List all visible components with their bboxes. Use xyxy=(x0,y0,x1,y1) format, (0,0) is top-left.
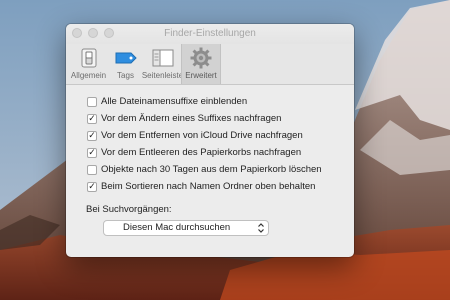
tab-erweitert[interactable]: Erweitert xyxy=(181,44,221,84)
preferences-toolbar: Allgemein Tags Seitenleiste Erweitert xyxy=(66,44,354,85)
option-label: Vor dem Entfernen von iCloud Drive nachf… xyxy=(101,130,303,141)
checkbox-folders-on-top[interactable]: ✓ xyxy=(87,181,97,192)
option-label: Vor dem Ändern eines Suffixes nachfragen xyxy=(101,113,282,124)
checkbox-show-extensions[interactable] xyxy=(87,96,97,107)
tab-tags-label: Tags xyxy=(117,71,134,80)
option-row[interactable]: ✓ Vor dem Entleeren des Papierkorbs nach… xyxy=(87,144,354,161)
checkbox-warn-extension-change[interactable]: ✓ xyxy=(87,113,97,124)
chevron-updown-icon xyxy=(258,223,264,233)
title-bar[interactable]: Finder-Einstellungen xyxy=(66,24,354,44)
tab-allgemein-label: Allgemein xyxy=(70,71,107,80)
checkbox-remove-trash-30-days[interactable] xyxy=(87,164,97,175)
search-scope-value: Diesen Mac durchsuchen xyxy=(123,222,231,233)
tab-tags[interactable]: Tags xyxy=(107,44,144,84)
finder-settings-window: Finder-Einstellungen Allgemein Tags Seit… xyxy=(66,24,354,257)
option-row[interactable]: Alle Dateinamensuffixe einblenden xyxy=(87,93,354,110)
tab-seitenleiste[interactable]: Seitenleiste xyxy=(141,44,184,84)
option-label: Beim Sortieren nach Namen Ordner oben be… xyxy=(101,181,316,192)
search-section-label: Bei Suchvorgängen: xyxy=(86,204,172,215)
tab-erweitert-label: Erweitert xyxy=(185,71,217,80)
option-row[interactable]: ✓ Vor dem Entfernen von iCloud Drive nac… xyxy=(87,127,354,144)
sidebar-icon xyxy=(151,46,175,70)
tab-seitenleiste-label: Seitenleiste xyxy=(141,71,184,80)
search-scope-dropdown[interactable]: Diesen Mac durchsuchen xyxy=(103,220,269,236)
option-row[interactable]: ✓ Beim Sortieren nach Namen Ordner oben … xyxy=(87,178,354,195)
checkbox-warn-icloud-remove[interactable]: ✓ xyxy=(87,130,97,141)
option-label: Vor dem Entleeren des Papierkorbs nachfr… xyxy=(101,147,302,158)
option-row[interactable]: ✓ Vor dem Ändern eines Suffixes nachfrag… xyxy=(87,110,354,127)
option-label: Objekte nach 30 Tagen aus dem Papierkorb… xyxy=(101,164,322,175)
tag-icon xyxy=(114,46,138,70)
gear-icon xyxy=(189,46,213,70)
window-title: Finder-Einstellungen xyxy=(164,28,256,39)
switch-icon xyxy=(77,46,101,70)
settings-content: Alle Dateinamensuffixe einblenden ✓ Vor … xyxy=(66,85,354,236)
option-label: Alle Dateinamensuffixe einblenden xyxy=(101,96,248,107)
tab-allgemein[interactable]: Allgemein xyxy=(70,44,107,84)
option-row[interactable]: Objekte nach 30 Tagen aus dem Papierkorb… xyxy=(87,161,354,178)
checkbox-warn-empty-trash[interactable]: ✓ xyxy=(87,147,97,158)
